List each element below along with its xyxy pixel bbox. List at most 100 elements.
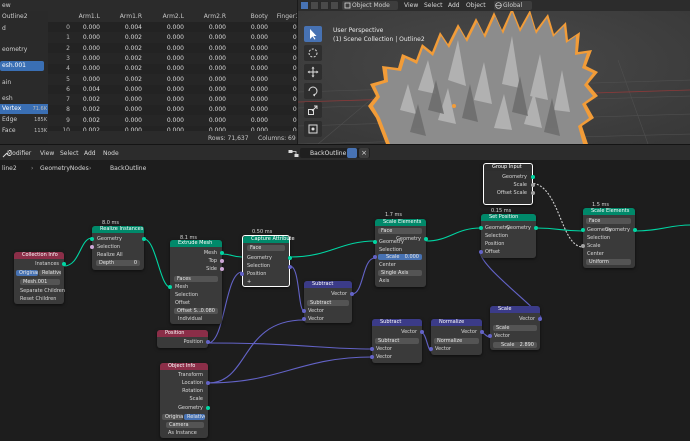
output-socket[interactable] bbox=[350, 292, 354, 296]
output-socket[interactable] bbox=[538, 317, 542, 321]
input-socket[interactable] bbox=[168, 285, 172, 289]
separate-children-checkbox[interactable]: Separate Children bbox=[20, 288, 65, 294]
node-header[interactable]: Subtract bbox=[372, 319, 422, 326]
node-header[interactable]: Extrude Mesh bbox=[170, 240, 222, 247]
node-object-info[interactable]: Object Info Transform Location Rotation … bbox=[160, 363, 210, 438]
output-socket[interactable] bbox=[220, 267, 224, 271]
output-socket[interactable] bbox=[142, 237, 146, 241]
socket-center: Center bbox=[379, 262, 396, 268]
node-header[interactable]: Collection Info bbox=[14, 252, 64, 259]
node-header[interactable]: Object Info bbox=[160, 363, 208, 370]
reset-children-checkbox[interactable]: Reset Children bbox=[20, 296, 56, 302]
node-vector-scale[interactable]: Scale Vector Scale Vector Scale 2.890 bbox=[488, 306, 542, 350]
input-socket[interactable] bbox=[370, 347, 374, 351]
input-socket[interactable] bbox=[581, 228, 585, 232]
node-realize-instances[interactable]: Realize Instances Geometry Selection Rea… bbox=[90, 226, 146, 270]
output-socket[interactable] bbox=[480, 330, 484, 334]
socket-geometry: Geometry bbox=[178, 405, 203, 411]
node-header[interactable]: Scale bbox=[490, 306, 540, 313]
input-socket[interactable] bbox=[488, 334, 492, 338]
output-socket[interactable] bbox=[424, 237, 428, 241]
socket-scale: Scale bbox=[189, 396, 203, 402]
socket-scale: Scale bbox=[513, 182, 527, 188]
node-subtract[interactable]: Subtract Vector Subtract Vector Vector bbox=[302, 281, 354, 323]
operation-dropdown[interactable]: Subtract bbox=[375, 338, 419, 344]
node-header[interactable]: Group Input bbox=[484, 164, 532, 171]
socket-rotation: Rotation bbox=[182, 388, 203, 394]
output-socket[interactable] bbox=[531, 175, 535, 179]
input-socket[interactable] bbox=[479, 250, 483, 254]
operation-dropdown[interactable]: Normalize bbox=[434, 338, 479, 344]
node-position[interactable]: Position Position bbox=[157, 330, 210, 348]
input-socket[interactable] bbox=[90, 237, 94, 241]
socket-offset-scale: Offset Scale bbox=[496, 190, 527, 196]
input-socket[interactable] bbox=[90, 245, 94, 249]
domain-dropdown[interactable]: Face bbox=[378, 228, 422, 234]
node-header[interactable]: Normalize bbox=[431, 319, 482, 326]
as-instance-checkbox[interactable]: As Instance bbox=[168, 430, 197, 436]
node-scale-elements-2[interactable]: Scale Elements Face Geometry Geometry Se… bbox=[581, 208, 637, 268]
scale-mode-dropdown[interactable]: Single Axis bbox=[378, 270, 422, 276]
scale-field[interactable]: Scale 0.000 bbox=[378, 254, 422, 260]
offset-scale-field[interactable]: Offset S... 0.080 bbox=[174, 308, 218, 314]
input-socket[interactable] bbox=[370, 355, 374, 359]
output-socket[interactable] bbox=[531, 183, 535, 187]
output-socket[interactable] bbox=[206, 406, 210, 410]
input-socket[interactable] bbox=[581, 244, 585, 248]
input-socket[interactable] bbox=[373, 240, 377, 244]
socket-vector-out: Vector bbox=[331, 291, 347, 297]
node-header[interactable]: Subtract bbox=[304, 281, 352, 288]
input-socket[interactable] bbox=[240, 272, 244, 276]
output-socket[interactable] bbox=[288, 256, 292, 260]
output-socket[interactable] bbox=[420, 330, 424, 334]
scale-field[interactable]: Scale 2.890 bbox=[493, 342, 537, 348]
output-socket[interactable] bbox=[633, 228, 637, 232]
original-toggle[interactable]: Original bbox=[162, 414, 183, 420]
node-normalize[interactable]: Normalize Vector Normalize Vector bbox=[429, 319, 484, 355]
node-extrude-mesh[interactable]: Extrude Mesh Mesh Top Side Faces Mesh Se… bbox=[168, 240, 224, 324]
socket-selection: Selection bbox=[485, 233, 509, 239]
node-header[interactable]: Set Position bbox=[481, 214, 536, 221]
node-header[interactable]: Scale Elements bbox=[583, 208, 635, 215]
input-socket[interactable] bbox=[302, 317, 306, 321]
input-socket[interactable] bbox=[373, 255, 377, 259]
node-header[interactable]: Position bbox=[157, 330, 208, 337]
relative-toggle[interactable]: Relative bbox=[39, 270, 61, 276]
output-socket[interactable] bbox=[206, 340, 210, 344]
relative-toggle[interactable]: Relative bbox=[184, 414, 205, 420]
node-header[interactable]: Scale Elements bbox=[375, 219, 426, 226]
node-capture-attribute[interactable]: Capture Attribute Face Geometry Selectio… bbox=[240, 235, 295, 287]
output-socket[interactable] bbox=[288, 265, 292, 269]
output-socket[interactable] bbox=[206, 381, 210, 385]
socket-geometry: Geometry bbox=[379, 239, 404, 245]
original-toggle[interactable]: Original bbox=[16, 270, 38, 276]
input-socket[interactable] bbox=[302, 309, 306, 313]
node-collection-info[interactable]: Collection Info Instances Original Relat… bbox=[14, 252, 66, 304]
node-subtract-2[interactable]: Subtract Vector Subtract Vector Vector bbox=[370, 319, 424, 363]
add-item-plus[interactable]: + bbox=[247, 279, 251, 285]
node-scale-elements[interactable]: Scale Elements Face Geometry Geometry Se… bbox=[373, 219, 428, 287]
output-socket[interactable] bbox=[531, 191, 535, 195]
object-field[interactable]: Camera bbox=[166, 422, 204, 428]
node-header[interactable]: Capture Attribute bbox=[243, 236, 295, 243]
collection-field[interactable]: Mesh.001 bbox=[20, 279, 60, 285]
output-socket[interactable] bbox=[220, 251, 224, 255]
depth-field[interactable]: Depth 0 bbox=[96, 260, 140, 266]
node-header[interactable]: Realize Instances bbox=[92, 226, 144, 233]
output-socket[interactable] bbox=[62, 262, 66, 266]
individual-checkbox[interactable]: Individual bbox=[178, 316, 202, 322]
input-socket[interactable] bbox=[479, 226, 483, 230]
output-socket[interactable] bbox=[534, 226, 538, 230]
domain-dropdown[interactable]: Face bbox=[247, 245, 285, 251]
realize-all-checkbox[interactable]: Realize All bbox=[97, 252, 123, 258]
node-canvas[interactable]: Collection Info Instances Original Relat… bbox=[0, 0, 690, 441]
operation-dropdown[interactable]: Subtract bbox=[307, 300, 349, 306]
input-socket[interactable] bbox=[429, 347, 433, 351]
mode-dropdown[interactable]: Faces bbox=[174, 276, 218, 282]
output-socket[interactable] bbox=[220, 259, 224, 263]
domain-dropdown[interactable]: Face bbox=[586, 218, 631, 224]
node-group-input[interactable]: Group Input Geometry Scale Offset Scale bbox=[483, 163, 535, 205]
scale-mode-dropdown[interactable]: Uniform bbox=[586, 259, 631, 265]
node-set-position[interactable]: Set Position Geometry Geometry Selection… bbox=[479, 214, 538, 258]
operation-dropdown[interactable]: Scale bbox=[493, 325, 537, 331]
